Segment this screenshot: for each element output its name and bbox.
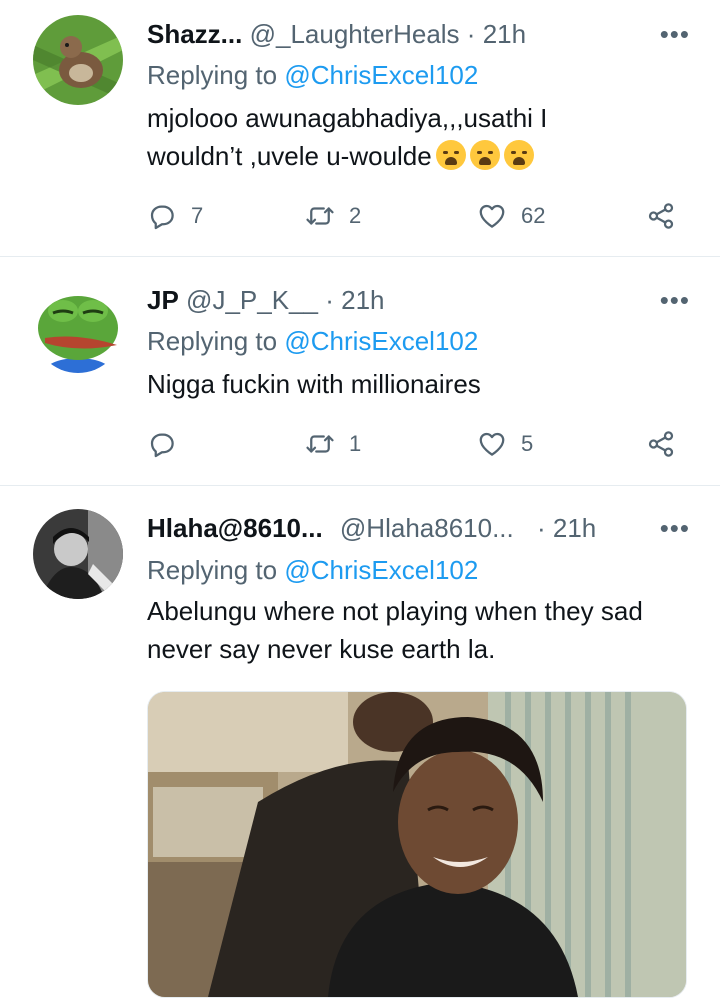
tweet[interactable]: Shazz... @_LaughterHeals · 21h ••• Reply…: [0, 0, 720, 257]
retweet-button[interactable]: 1: [305, 422, 361, 466]
tweet-text-line: Abelungu where not playing when they sad: [147, 596, 643, 626]
display-name[interactable]: Shazz...: [147, 19, 242, 49]
separator-dot: ·: [466, 19, 476, 49]
retweet-icon: [306, 435, 334, 453]
tweet-text-line: never say never kuse earth la.: [147, 634, 496, 664]
reply-icon: [150, 205, 174, 230]
tweet[interactable]: JP @J_P_K__ · 21h ••• Replying to @Chris…: [0, 257, 720, 486]
user-handle[interactable]: @_LaughterHeals: [250, 19, 460, 49]
tweet[interactable]: Hlaha@8610... @Hlaha8610... · 21h ••• Re…: [0, 486, 720, 1008]
share-button[interactable]: [646, 422, 690, 466]
tweet-header: Shazz... @_LaughterHeals · 21h •••: [147, 14, 690, 54]
tweet-text-line-2: wouldn’t ,uvele u-woulde: [147, 137, 690, 175]
crying-face-emoji: [469, 140, 500, 170]
separator-dot: ·: [325, 285, 334, 315]
timestamp[interactable]: 21h: [553, 513, 596, 543]
replying-to: Replying to @ChrisExcel102: [147, 552, 478, 588]
retweet-count: 2: [349, 203, 362, 228]
mention-link[interactable]: @ChrisExcel102: [284, 326, 478, 356]
mention-link[interactable]: @ChrisExcel102: [284, 60, 478, 90]
share-button[interactable]: [646, 194, 690, 238]
crying-face-emoji: [435, 140, 466, 170]
replying-to-label: Replying to: [147, 326, 285, 356]
crying-face-emoji: [503, 140, 534, 170]
timestamp[interactable]: 21h: [483, 19, 526, 49]
separator-dot: ·: [536, 513, 546, 543]
display-name[interactable]: JP: [147, 285, 179, 315]
avatar[interactable]: [33, 509, 123, 599]
tweet-actions: 7 2 62: [147, 194, 690, 238]
retweet-count: 1: [349, 431, 362, 456]
like-count: 5: [521, 431, 534, 456]
replying-to: Replying to @ChrisExcel102: [147, 323, 478, 359]
reply-count: 7: [191, 203, 204, 228]
retweet-button[interactable]: 2: [305, 194, 361, 238]
tweet-header: JP @J_P_K__ · 21h •••: [147, 280, 690, 320]
user-handle[interactable]: @J_P_K__: [186, 285, 318, 315]
share-icon: [648, 431, 674, 457]
tweet-text: Abelungu where not playing when they sad…: [147, 592, 690, 668]
avatar[interactable]: [33, 15, 123, 105]
avatar[interactable]: [33, 283, 123, 373]
tweet-actions: 1 5: [147, 422, 690, 466]
replying-to-label: Replying to: [147, 555, 285, 585]
retweet-icon: [306, 207, 334, 225]
replying-to: Replying to @ChrisExcel102: [147, 57, 478, 93]
tweet-media-photo[interactable]: [147, 691, 687, 998]
reply-button[interactable]: [147, 422, 191, 466]
more-options-icon[interactable]: •••: [660, 280, 690, 320]
mention-link[interactable]: @ChrisExcel102: [284, 555, 478, 585]
share-icon: [648, 203, 674, 229]
more-options-icon[interactable]: •••: [660, 508, 690, 548]
reply-icon: [150, 433, 174, 458]
heart-icon: [479, 204, 505, 228]
timestamp[interactable]: 21h: [341, 285, 384, 315]
like-button[interactable]: 5: [477, 422, 533, 466]
like-count: 62: [521, 203, 546, 228]
tweet-header: Hlaha@8610... @Hlaha8610... · 21h •••: [147, 508, 690, 548]
tweet-text: mjolooo awunagabhadiya,,,usathi I wouldn…: [147, 99, 690, 175]
more-options-icon[interactable]: •••: [660, 14, 690, 54]
display-name[interactable]: Hlaha@8610...: [147, 513, 323, 543]
replying-to-label: Replying to: [147, 60, 285, 90]
like-button[interactable]: 62: [477, 194, 545, 238]
tweet-text-line: mjolooo awunagabhadiya,,,usathi I: [147, 103, 548, 133]
reply-button[interactable]: 7: [147, 194, 203, 238]
user-handle[interactable]: @Hlaha8610...: [340, 513, 514, 543]
heart-icon: [479, 432, 505, 456]
tweet-text: Nigga fuckin with millionaires: [147, 369, 481, 399]
tweet-text-line: wouldn’t ,uvele u-woulde: [147, 141, 432, 171]
